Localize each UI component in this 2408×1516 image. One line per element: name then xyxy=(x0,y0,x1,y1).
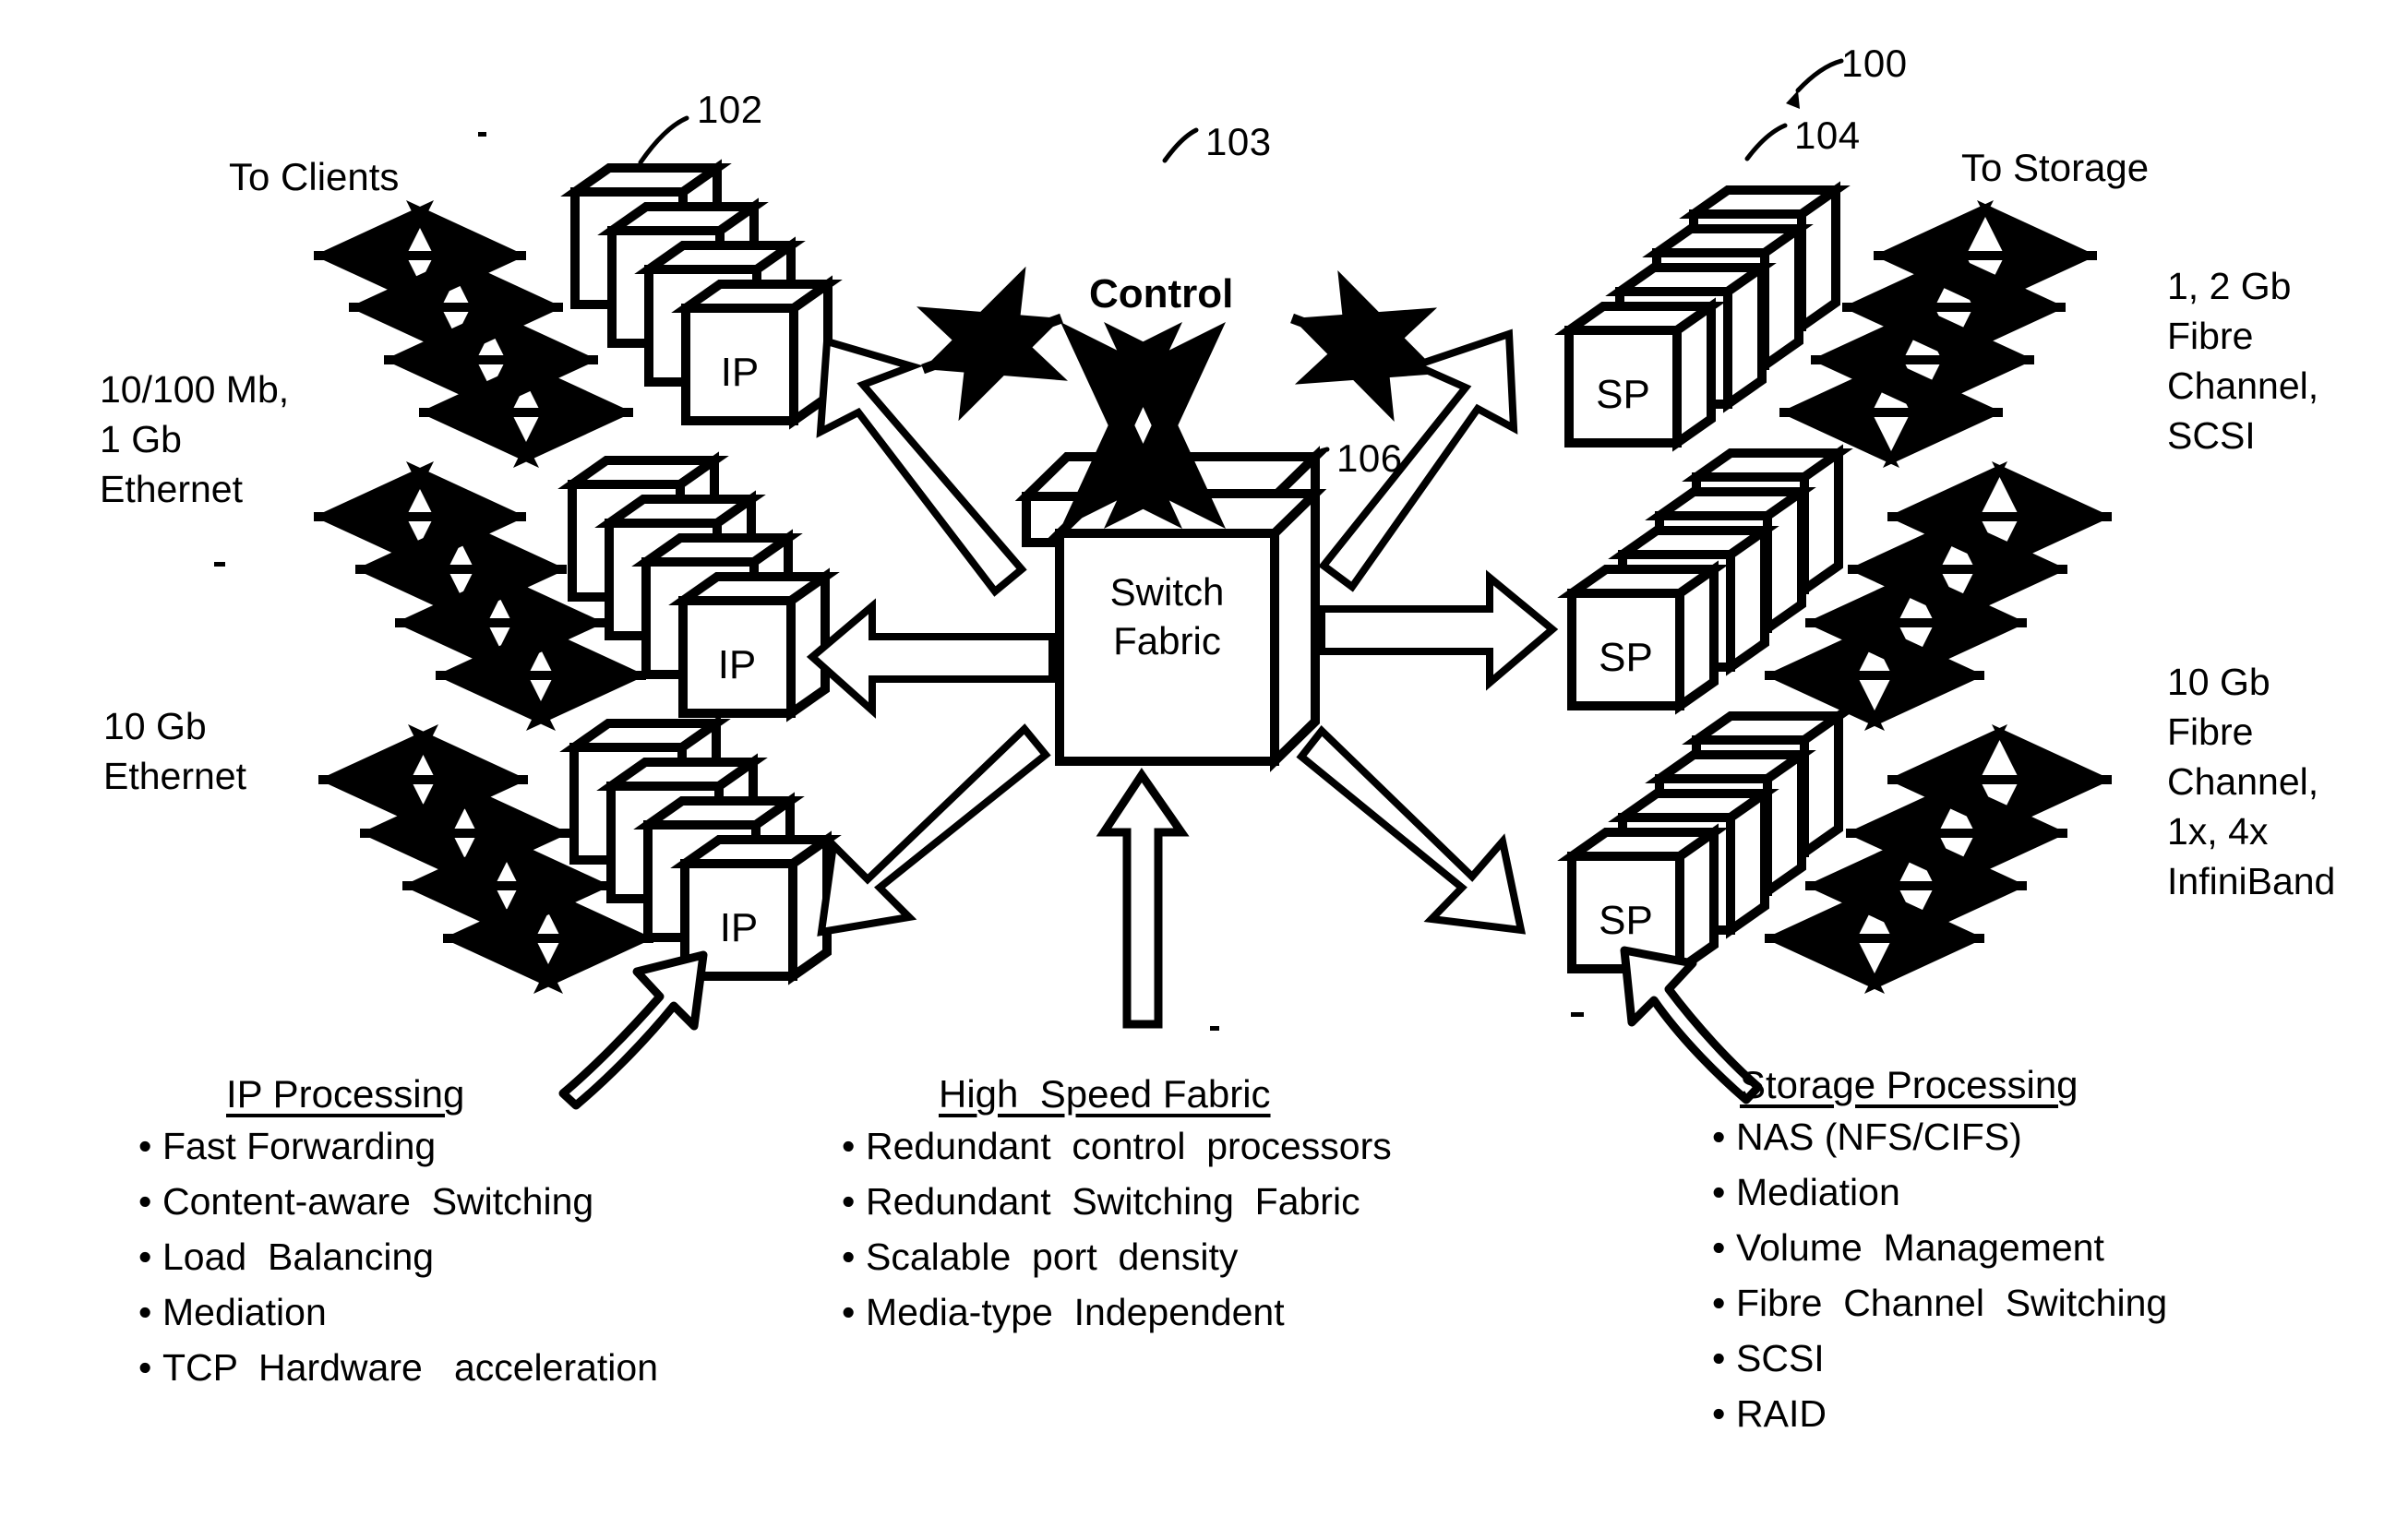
to-clients-label: To Clients xyxy=(229,155,400,198)
list-item-text: RAID xyxy=(1736,1392,1827,1435)
bullet-icon: • xyxy=(1712,1116,1726,1158)
list-item-text: Fast Forwarding xyxy=(162,1125,437,1167)
ref-number-104: 104 xyxy=(1794,113,1861,157)
list-item: • NAS (NFS/CIFS) xyxy=(1712,1118,2167,1156)
block-arrow-fabric-bottom xyxy=(1096,767,1190,1029)
ip-module-label-3: IP xyxy=(719,905,759,950)
list-item-text: Redundant control processors xyxy=(866,1125,1392,1167)
bullet-icon: • xyxy=(1712,1282,1726,1324)
patent-figure: 100 102 103 104 106 To Clients To Storag… xyxy=(0,0,2408,1516)
panel-title-ip-processing: IP Processing xyxy=(226,1072,465,1116)
bullet-icon: • xyxy=(842,1125,856,1167)
ref-number-106: 106 xyxy=(1336,436,1403,480)
bullet-icon: • xyxy=(842,1291,856,1333)
list-item: • Fast Forwarding xyxy=(138,1128,658,1165)
list-item-text: Media-type Independent xyxy=(866,1291,1285,1333)
list-item-text: Content-aware Switching xyxy=(162,1180,594,1223)
list-item: • Redundant control processors xyxy=(842,1128,1392,1165)
scan-artifacts xyxy=(214,132,1584,1031)
to-storage-label: To Storage xyxy=(1961,146,2150,189)
bullet-icon: • xyxy=(1712,1337,1726,1379)
bullet-icon: • xyxy=(138,1346,152,1389)
control-fabric-links xyxy=(1060,322,1226,529)
list-item: • Load Balancing xyxy=(138,1238,658,1276)
list-item: • Scalable port density xyxy=(842,1238,1392,1276)
list-item: • Mediation xyxy=(138,1294,658,1331)
list-item-text: Scalable port density xyxy=(866,1235,1239,1278)
sp-module-label-1: SP xyxy=(1596,372,1650,417)
bullet-icon: • xyxy=(1712,1171,1726,1213)
bullet-icon: • xyxy=(138,1291,152,1333)
panel-ip-processing: IP Processing • Fast Forwarding • Content-… xyxy=(138,1072,658,1404)
list-item-text: Load Balancing xyxy=(162,1235,435,1278)
bullet-icon: • xyxy=(842,1235,856,1278)
bullet-icon: • xyxy=(138,1125,152,1167)
block-arrow-fabric-to-ip-3 xyxy=(817,723,1051,937)
block-arrow-fabric-to-ip-2 xyxy=(806,598,1056,719)
ref-100-arrowhead xyxy=(1786,90,1800,109)
bullet-icon: • xyxy=(138,1180,152,1223)
list-item-text: Mediation xyxy=(1736,1171,1900,1213)
interface-label-fc-infiniband: 10 Gb Fibre Channel, 1x, 4x InfiniBand xyxy=(2167,661,2336,903)
list-item: • Volume Management xyxy=(1712,1229,2167,1267)
bullet-icon: • xyxy=(1712,1226,1726,1269)
ip-module-label-2: IP xyxy=(717,642,757,687)
list-item: • Media-type Independent xyxy=(842,1294,1392,1331)
list-item-text: Volume Management xyxy=(1736,1226,2104,1269)
list-item: • RAID xyxy=(1712,1395,2167,1433)
ref-number-100: 100 xyxy=(1841,42,1908,85)
list-item-text: NAS (NFS/CIFS) xyxy=(1736,1116,2022,1158)
control-links xyxy=(916,266,1442,423)
list-item-text: TCP Hardware acceleration xyxy=(162,1346,659,1389)
list-item: • Fibre Channel Switching xyxy=(1712,1284,2167,1322)
switch-fabric-label-line2: Fabric xyxy=(1113,619,1221,663)
list-item: • Content-aware Switching xyxy=(138,1183,658,1221)
panel-title-storage-processing: Storage Processing xyxy=(1740,1063,2079,1106)
block-arrow-fabric-to-sp-2 xyxy=(1318,569,1559,691)
panel-storage-processing: Storage Processing • NAS (NFS/CIFS) • Medi… xyxy=(1712,1063,2167,1450)
ip-module-label-1: IP xyxy=(720,350,760,395)
panel-title-high-speed-fabric: High Speed Fabric xyxy=(939,1072,1271,1116)
interface-label-ethernet-1g: 10/100 Mb, 1 Gb Ethernet xyxy=(100,368,290,511)
fabric-sp-block-arrows xyxy=(1296,328,1559,935)
ref-number-102: 102 xyxy=(697,88,763,131)
list-item-text: Redundant Switching Fabric xyxy=(866,1180,1360,1223)
list-item: • Redundant Switching Fabric xyxy=(842,1183,1392,1221)
ref-number-103: 103 xyxy=(1205,120,1272,163)
sp-module-label-3: SP xyxy=(1599,898,1653,943)
block-arrow-fabric-to-sp-3 xyxy=(1296,725,1527,935)
bullet-icon: • xyxy=(1712,1392,1726,1435)
list-item-text: SCSI xyxy=(1736,1337,1825,1379)
list-item: • TCP Hardware acceleration xyxy=(138,1349,658,1387)
list-item-text: Mediation xyxy=(162,1291,327,1333)
fabric-ip-block-arrows xyxy=(806,336,1056,937)
list-item: • SCSI xyxy=(1712,1340,2167,1378)
bullet-icon: • xyxy=(842,1180,856,1223)
list-item: • Mediation xyxy=(1712,1174,2167,1212)
control-label: Control xyxy=(1089,271,1234,316)
panel-high-speed-fabric: High Speed Fabric • Redundant control pro… xyxy=(842,1072,1392,1349)
list-item-text: Fibre Channel Switching xyxy=(1736,1282,2168,1324)
interface-label-ethernet-10g: 10 Gb Ethernet xyxy=(103,705,246,798)
switch-fabric-label-line1: Switch xyxy=(1109,570,1225,614)
bullet-icon: • xyxy=(138,1235,152,1278)
sp-module-label-2: SP xyxy=(1599,635,1653,680)
block-arrow-fabric-to-ip-1 xyxy=(816,336,1027,597)
interface-label-fc-scsi: 1, 2 Gb Fibre Channel, SCSI xyxy=(2167,265,2319,458)
